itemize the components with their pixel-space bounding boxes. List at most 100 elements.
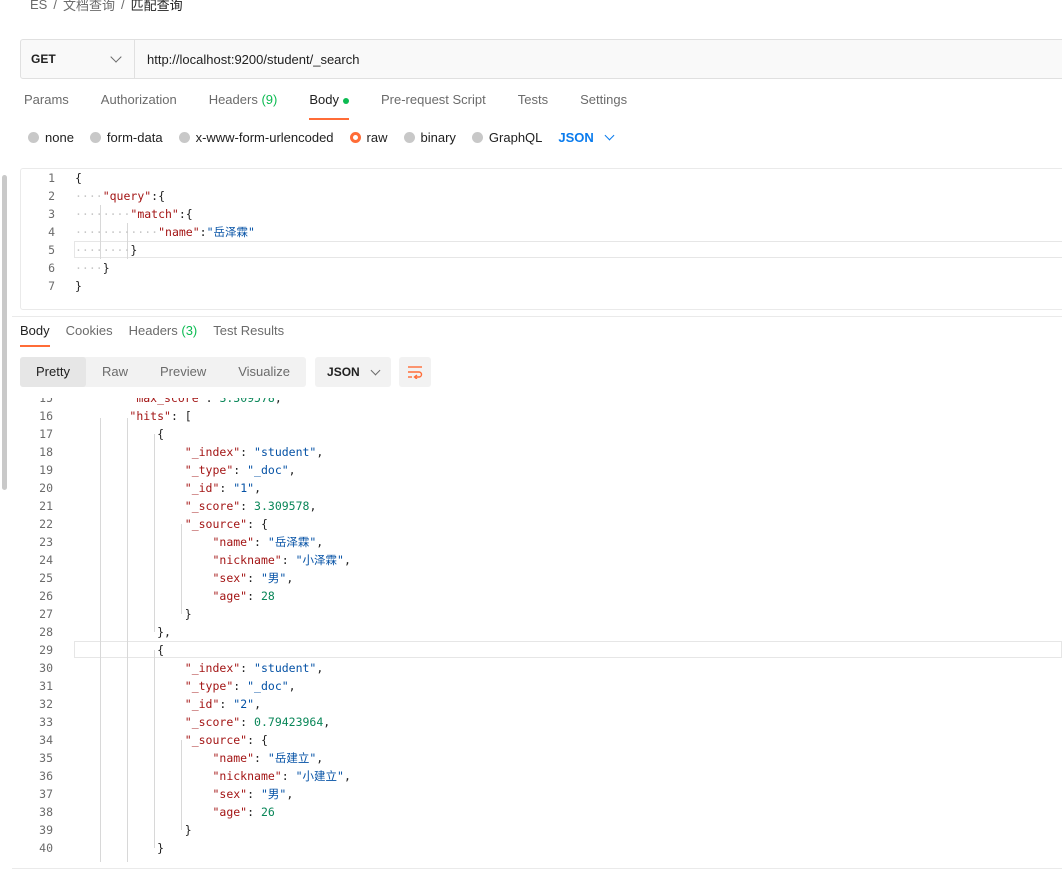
response-format-select[interactable]: JSON: [315, 357, 392, 387]
code-text: "_type": "_doc",: [184, 679, 296, 693]
code-line: 1{: [21, 169, 1062, 187]
code-line: 7}: [21, 277, 1062, 295]
tab-response-body[interactable]: Body: [20, 323, 50, 347]
line-number: 31: [39, 679, 53, 693]
line-number: 37: [39, 787, 53, 801]
tab-label: Tests: [517, 92, 549, 107]
line-number: 35: [39, 751, 53, 765]
tab-label: Headers: [208, 92, 258, 107]
line-number: 40: [39, 841, 53, 855]
code-text: {: [75, 171, 82, 185]
code-text: "_id": "2",: [184, 697, 261, 711]
url-input[interactable]: http://localhost:9200/student/_search: [135, 52, 359, 67]
code-text: ········"match":{: [75, 207, 193, 221]
tab-label: Body: [309, 92, 339, 107]
code-line: 15 "max_score": 3.309578,: [12, 398, 1062, 407]
response-body-viewer[interactable]: 15 "max_score": 3.309578, 16 "hits": [17 …: [12, 398, 1062, 862]
tab-count: (9): [261, 92, 278, 107]
tab-count: (3): [181, 323, 198, 338]
code-text: }: [157, 841, 165, 855]
code-text: "sex": "男",: [212, 787, 294, 801]
code-text: "max_score": 3.309578,: [129, 398, 282, 405]
code-line: 31 "_type": "_doc",: [12, 677, 1062, 695]
code-text: "_source": {: [184, 517, 268, 531]
modified-dot-icon: [342, 97, 349, 104]
response-view-bar: Pretty Raw Preview Visualize JSON: [20, 357, 432, 387]
code-text: {: [157, 427, 165, 441]
line-number: 2: [48, 189, 55, 203]
code-text: "name": "岳建立",: [212, 751, 324, 765]
radio-graphql[interactable]: GraphQL: [471, 130, 543, 145]
tab-headers[interactable]: Headers (9): [209, 92, 278, 118]
line-number: 1: [48, 171, 55, 185]
tab-pre-request-script[interactable]: Pre-request Script: [381, 92, 486, 118]
tab-label: Body: [20, 323, 50, 338]
code-line: 25 "sex": "男",: [12, 569, 1062, 587]
code-line: 30 "_index": "student",: [12, 659, 1062, 677]
tab-label: Headers: [128, 323, 178, 338]
radio-icon: [403, 132, 415, 143]
radio-label: raw: [366, 130, 388, 145]
tab-response-headers[interactable]: Headers (3): [129, 323, 198, 345]
radio-icon: [471, 132, 483, 143]
radio-label: binary: [420, 130, 456, 145]
radio-label: x-www-form-urlencoded: [195, 130, 334, 145]
tab-body[interactable]: Body: [309, 92, 349, 120]
line-number: 17: [39, 427, 53, 441]
tab-test-results[interactable]: Test Results: [213, 323, 284, 345]
code-text: "_type": "_doc",: [184, 463, 296, 477]
view-raw[interactable]: Raw: [86, 357, 144, 387]
tab-tests[interactable]: Tests: [518, 92, 548, 118]
code-text: }: [184, 607, 192, 621]
scrollbar[interactable]: [2, 175, 7, 490]
radio-form-data[interactable]: form-data: [89, 130, 163, 145]
code-line: 17 {: [12, 425, 1062, 443]
radio-icon: [28, 132, 39, 143]
tab-label: Authorization: [100, 92, 177, 107]
code-text: "sex": "男",: [212, 571, 294, 585]
code-line: 33 "_score": 0.79423964,: [12, 713, 1062, 731]
code-text: ····"query":{: [75, 189, 166, 203]
line-number: 28: [39, 625, 53, 639]
line-number: 26: [39, 589, 53, 603]
body-format-select[interactable]: JSON: [558, 130, 615, 145]
code-line: 39 }: [12, 821, 1062, 839]
code-text: },: [157, 625, 171, 639]
tab-params[interactable]: Params: [24, 92, 69, 118]
code-line: 21 "_score": 3.309578,: [12, 497, 1062, 515]
view-preview[interactable]: Preview: [144, 357, 222, 387]
breadcrumb-item[interactable]: ES: [30, 0, 47, 12]
method-select[interactable]: GET: [21, 40, 135, 78]
line-number: 5: [48, 243, 55, 257]
code-text: "age": 28: [212, 589, 275, 603]
tab-settings[interactable]: Settings: [580, 92, 627, 118]
line-number: 18: [39, 445, 53, 459]
request-tabs: Params Authorization Headers (9) Body Pr…: [24, 92, 659, 120]
line-number: 24: [39, 553, 53, 567]
view-pretty[interactable]: Pretty: [20, 357, 86, 387]
bottom-divider: [12, 868, 1062, 869]
body-type-options: none form-data x-www-form-urlencoded raw…: [28, 130, 615, 145]
tab-authorization[interactable]: Authorization: [101, 92, 177, 118]
wrap-lines-button[interactable]: [399, 357, 432, 387]
radio-label: none: [45, 130, 74, 145]
line-number: 32: [39, 697, 53, 711]
code-text: "_score": 0.79423964,: [184, 715, 331, 729]
radio-raw[interactable]: raw: [349, 130, 388, 145]
breadcrumb-item[interactable]: 文档查询: [63, 0, 115, 14]
line-number: 30: [39, 661, 53, 675]
view-visualize[interactable]: Visualize: [222, 357, 306, 387]
code-line: 18 "_index": "student",: [12, 443, 1062, 461]
code-text: "_source": {: [184, 733, 268, 747]
radio-none[interactable]: none: [28, 130, 74, 145]
radio-icon: [178, 132, 190, 143]
breadcrumb-separator: /: [53, 0, 57, 12]
radio-x-www-form-urlencoded[interactable]: x-www-form-urlencoded: [178, 130, 334, 145]
radio-binary[interactable]: binary: [403, 130, 456, 145]
code-line: 36 "nickname": "小建立",: [12, 767, 1062, 785]
request-body-editor[interactable]: 1{2 ····"query":{3 ········"match":{4 ·····…: [20, 168, 1062, 310]
line-number: 23: [39, 535, 53, 549]
tab-cookies[interactable]: Cookies: [66, 323, 113, 345]
code-text: ········}: [75, 243, 138, 257]
radio-label: GraphQL: [488, 130, 543, 145]
